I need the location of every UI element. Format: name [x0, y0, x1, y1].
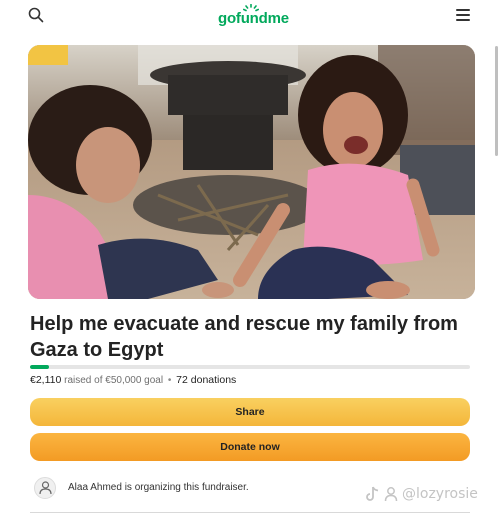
logo-wordmark: gofundme — [218, 10, 289, 27]
campaign-hero-image[interactable] — [28, 45, 475, 299]
tiktok-icon — [366, 486, 379, 501]
raised-of-goal-label: raised of €50,000 goal — [64, 375, 164, 386]
donate-now-button[interactable]: Donate now — [30, 433, 470, 461]
scrollbar[interactable] — [495, 46, 498, 156]
watermark-handle: @lozyrosie — [402, 486, 478, 502]
organizer-row[interactable]: Alaa Ahmed is organizing this fundraiser… — [34, 477, 334, 499]
campaign-title: Help me evacuate and rescue my family fr… — [30, 313, 458, 361]
fundraising-progress-bar — [30, 365, 470, 369]
tiktok-watermark: @lozyrosie — [366, 484, 478, 504]
person-icon — [39, 481, 52, 495]
section-divider — [30, 512, 470, 513]
stats-separator: • — [167, 375, 172, 386]
hamburger-menu-icon[interactable] — [456, 9, 470, 21]
organizer-text: Alaa Ahmed is organizing this fundraiser… — [68, 482, 249, 493]
raised-amount: €2,110 — [30, 374, 62, 386]
user-silhouette-icon — [384, 487, 398, 502]
search-icon[interactable] — [28, 7, 44, 23]
avatar — [34, 477, 56, 499]
progress-fill — [30, 365, 49, 369]
gofundme-logo[interactable]: gofundme — [216, 4, 289, 28]
top-nav: gofundme — [0, 0, 500, 34]
hero-photo — [28, 45, 475, 299]
share-button[interactable]: Share — [30, 398, 470, 426]
donations-count[interactable]: 72 donations — [176, 374, 236, 386]
fundraising-stats: €2,110 raised of €50,000 goal • 72 donat… — [30, 374, 236, 387]
